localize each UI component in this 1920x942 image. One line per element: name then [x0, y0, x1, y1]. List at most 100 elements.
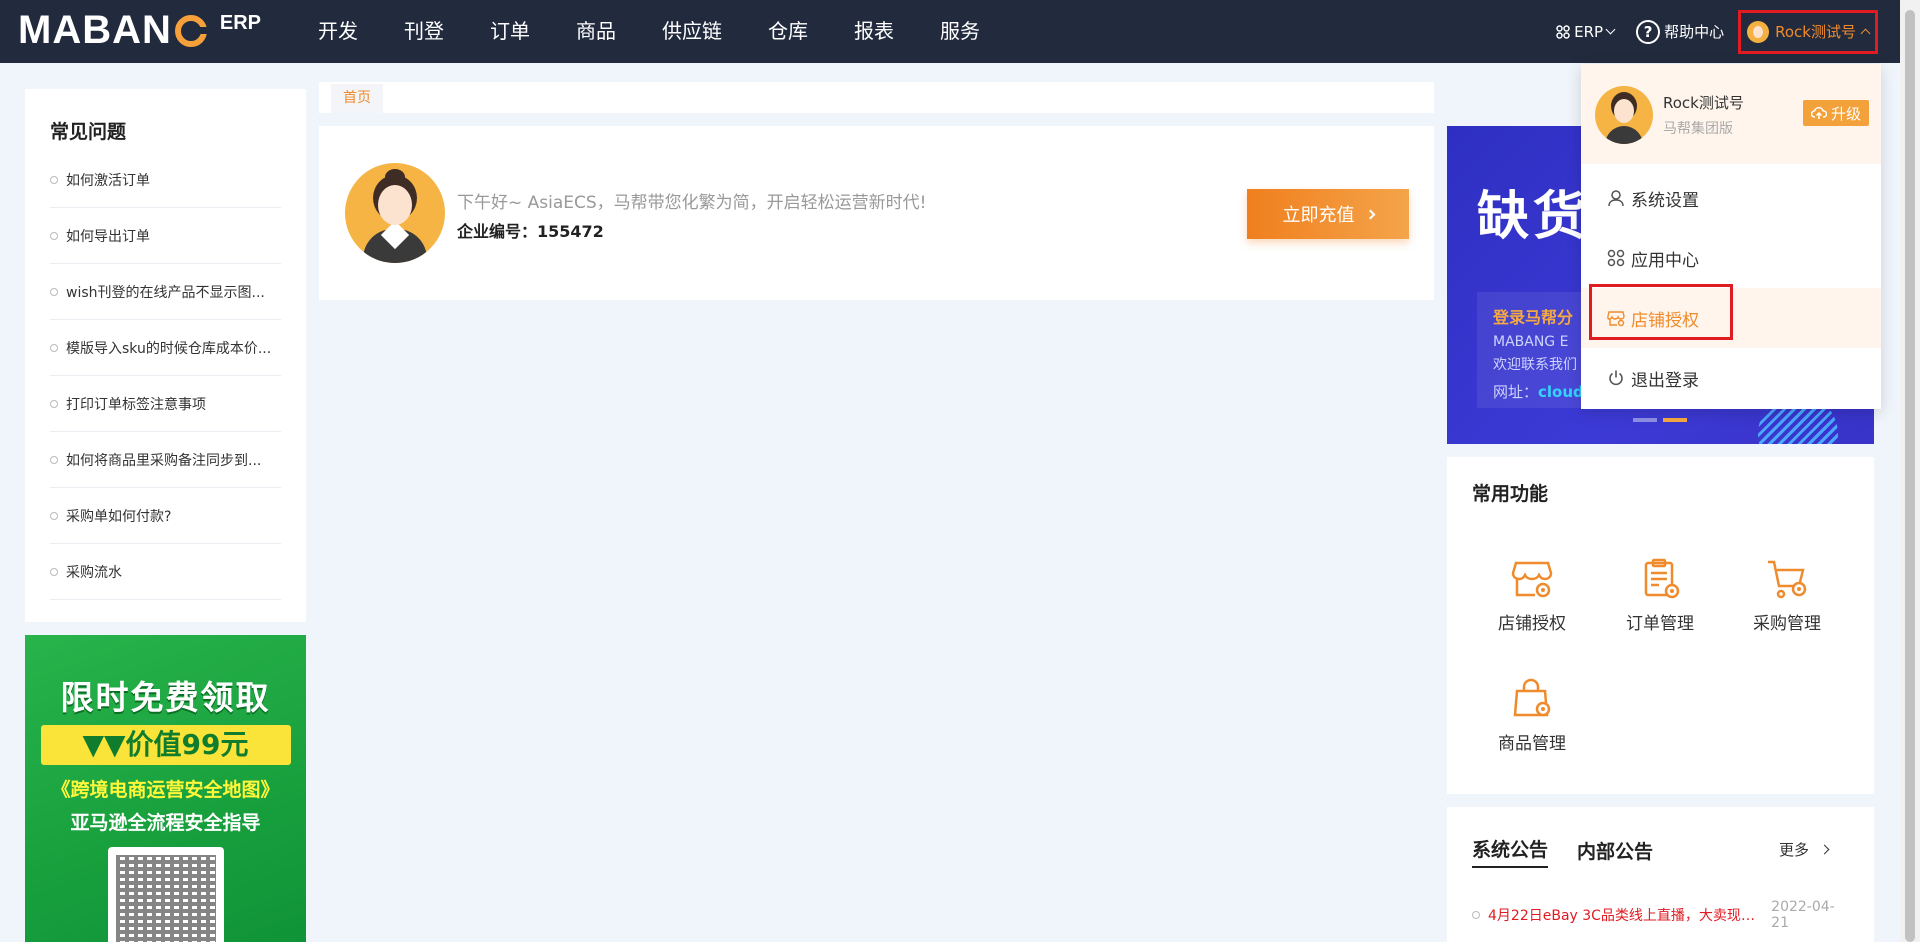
bullet-icon [50, 231, 58, 240]
announcement-text: 4月22日eBay 3C品类线上直播，大卖现身... [1488, 908, 1764, 924]
avatar [1747, 20, 1770, 43]
nav-item-reports[interactable]: 报表 [854, 0, 894, 63]
faq-item-label: 打印订单标签注意事项 [66, 396, 206, 413]
tab-internal-announcements[interactable]: 内部公告 [1577, 837, 1653, 864]
user-org: 马帮集团版 [1663, 121, 1733, 137]
faq-item[interactable]: 如何导出订单 [50, 208, 281, 264]
logo-erp-text: ERP [219, 12, 261, 34]
bullet-icon [50, 287, 58, 296]
help-center-label: 帮助中心 [1664, 23, 1725, 41]
main-nav: 开发 刊登 订单 商品 供应链 仓库 报表 服务 [318, 0, 1026, 63]
faq-item-label: 采购流水 [66, 564, 122, 581]
shopping-cart-icon [1765, 557, 1809, 601]
bullet-icon [50, 175, 58, 184]
faq-item-label: 模版导入sku的时候仓库成本价... [66, 340, 272, 357]
nav-item-warehouse[interactable]: 仓库 [768, 0, 808, 63]
breadcrumb-home-tab[interactable]: 首页 [331, 84, 383, 113]
nav-item-orders[interactable]: 订单 [490, 0, 530, 63]
apps-grid-icon [1607, 249, 1625, 267]
func-label: 商品管理 [1498, 734, 1566, 754]
avatar [1595, 86, 1653, 144]
faq-item-label: 如何激活订单 [66, 172, 150, 189]
func-label: 采购管理 [1753, 614, 1821, 634]
promo-subtitle: 亚马逊全流程安全指导 [70, 812, 261, 834]
bullet-icon [1472, 911, 1480, 919]
menu-item-logout[interactable]: 退出登录 [1581, 348, 1881, 408]
upgrade-button[interactable]: 升级 [1802, 100, 1869, 126]
nav-item-supply-chain[interactable]: 供应链 [662, 0, 722, 63]
bullet-icon [50, 511, 58, 520]
faq-title: 常见问题 [50, 121, 127, 143]
more-link[interactable]: 更多 [1778, 839, 1830, 860]
clipboard-icon [1638, 557, 1682, 601]
user-icon [1608, 190, 1624, 207]
help-icon: ? [1636, 19, 1661, 44]
menu-item-system-settings[interactable]: 系统设置 [1581, 168, 1881, 228]
top-right-controls: ERP ? 帮助中心 Rock测试号 [1556, 0, 1878, 63]
top-navigation-bar: MABAN ERP 开发 刊登 订单 商品 供应链 仓库 报表 服务 ERP ?… [0, 0, 1900, 63]
apps-grid-icon [1556, 24, 1570, 39]
faq-item[interactable]: 采购单如何付款? [50, 488, 281, 544]
menu-item-app-center[interactable]: 应用中心 [1581, 228, 1881, 288]
faq-item[interactable]: 采购流水 [50, 544, 281, 600]
nav-item-products[interactable]: 商品 [576, 0, 616, 63]
user-name-label: Rock测试号 [1775, 23, 1856, 41]
avatar [345, 163, 445, 263]
erp-switcher-label: ERP [1574, 22, 1604, 41]
breadcrumb: 首页 [319, 82, 1434, 113]
func-product-management[interactable]: 商品管理 [1482, 677, 1582, 754]
menu-item-label: 应用中心 [1631, 250, 1699, 271]
user-menu-button[interactable]: Rock测试号 [1738, 9, 1878, 54]
corp-id-label: 企业编号： [457, 222, 538, 241]
tab-system-announcements[interactable]: 系统公告 [1472, 835, 1549, 868]
faq-item[interactable]: 模版导入sku的时候仓库成本价... [50, 320, 281, 376]
bullet-icon [50, 343, 58, 352]
banner-line: 登录马帮分 [1493, 308, 1574, 327]
welcome-card: 下午好~ AsiaECS，马帮带您化繁为简，开启轻松运营新时代! 企业编号：15… [319, 126, 1434, 300]
chevron-up-icon [1860, 28, 1871, 39]
faq-item[interactable]: 打印订单标签注意事项 [50, 376, 281, 432]
upgrade-label: 升级 [1830, 104, 1861, 123]
carousel-dot-active[interactable] [1663, 418, 1687, 422]
common-functions-panel: 常用功能 店铺授权 订单管理 采购管理 商品管理 [1447, 457, 1874, 794]
announcement-item[interactable]: 4月22日eBay 3C品类线上直播，大卖现身... 2022-04-21 [1472, 899, 1850, 931]
nav-item-develop[interactable]: 开发 [318, 0, 358, 63]
promo-headline: 限时免费领取 [60, 678, 271, 717]
corp-id-value: 155472 [537, 222, 604, 241]
menu-item-label: 退出登录 [1631, 370, 1699, 391]
more-label: 更多 [1778, 841, 1809, 859]
logo-text: MABAN [18, 8, 172, 52]
menu-item-label: 系统设置 [1631, 190, 1699, 211]
banner-line: 网址：cloud [1493, 381, 1584, 402]
func-label: 店铺授权 [1498, 614, 1566, 634]
erp-switcher[interactable]: ERP [1556, 22, 1616, 41]
common-functions-title: 常用功能 [1472, 483, 1549, 505]
promo-title: 《跨境电商运营安全地图》 [51, 779, 280, 801]
promo-banner[interactable]: 限时免费领取 ▼▼价值99元 《跨境电商运营安全地图》 亚马逊全流程安全指导 [25, 635, 306, 942]
faq-item[interactable]: 如何将商品里采购备注同步到... [50, 432, 281, 488]
nav-item-publish[interactable]: 刊登 [404, 0, 444, 63]
scrollbar-thumb[interactable] [1905, 10, 1915, 942]
banner-url-label: 网址： [1493, 383, 1539, 401]
help-center-link[interactable]: ? 帮助中心 [1636, 19, 1725, 44]
page-scrollbar[interactable] [1900, 0, 1920, 942]
func-label: 订单管理 [1626, 614, 1694, 634]
faq-panel: 常见问题 如何激活订单 如何导出订单 wish刊登的在线产品不显示图... 模版… [25, 89, 306, 622]
carousel-dot[interactable] [1633, 418, 1657, 422]
banner-url-value: cloud [1538, 383, 1584, 401]
chevron-right-icon [1819, 844, 1830, 855]
bullet-icon [50, 399, 58, 408]
faq-item[interactable]: wish刊登的在线产品不显示图... [50, 264, 281, 320]
promo-value: ▼▼价值99元 [40, 725, 291, 765]
recharge-button[interactable]: 立即充值 [1247, 189, 1409, 239]
chevron-right-icon [1365, 209, 1375, 219]
func-shop-authorization[interactable]: 店铺授权 [1482, 557, 1582, 634]
func-purchase-management[interactable]: 采购管理 [1737, 557, 1837, 634]
faq-item-label: 采购单如何付款? [66, 508, 172, 525]
cloud-upload-icon [1810, 106, 1827, 119]
faq-item[interactable]: 如何激活订单 [50, 152, 281, 208]
logo-g-mark [174, 15, 207, 47]
func-order-management[interactable]: 订单管理 [1610, 557, 1710, 634]
mabang-logo[interactable]: MABAN ERP [18, 10, 261, 50]
nav-item-services[interactable]: 服务 [940, 0, 980, 63]
